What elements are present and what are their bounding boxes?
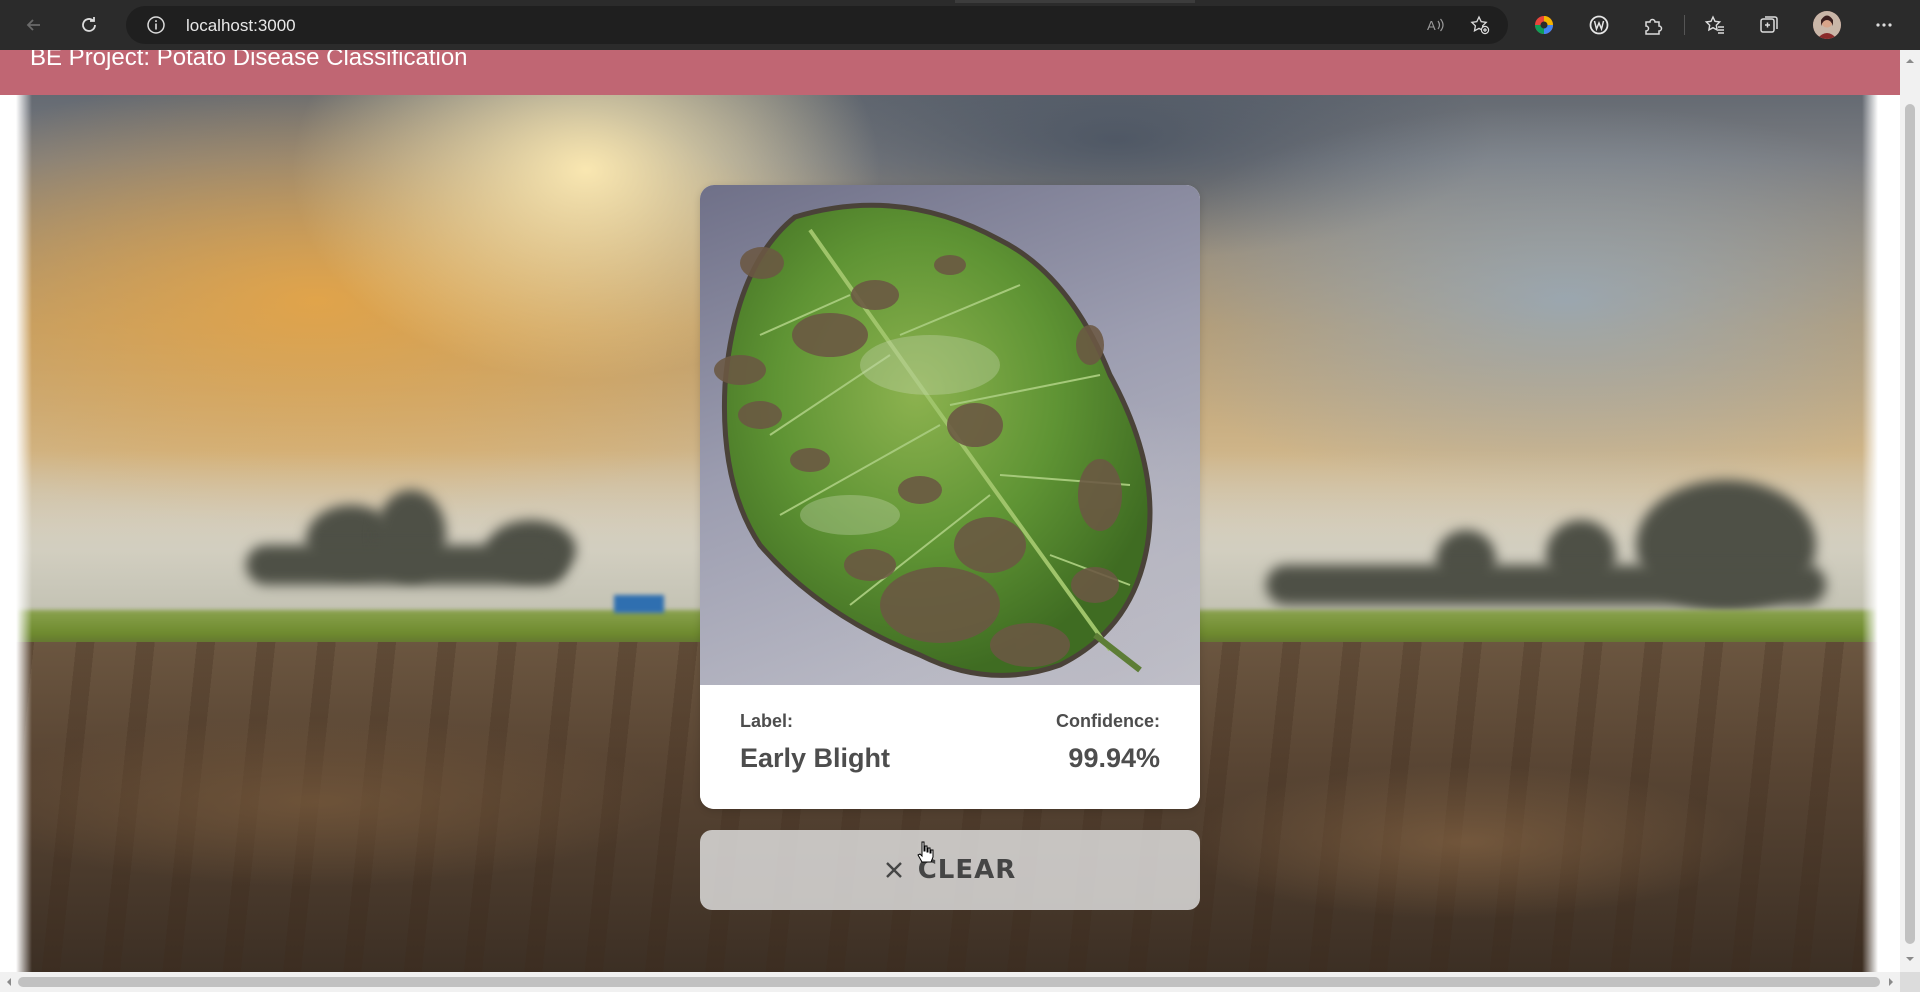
scrollbar-corner xyxy=(1900,972,1920,992)
clear-button[interactable]: CLEAR xyxy=(700,830,1200,910)
add-favorite-icon[interactable] xyxy=(1470,15,1490,35)
horizontal-scrollbar[interactable] xyxy=(0,972,1900,992)
back-icon[interactable] xyxy=(18,9,50,41)
more-menu-icon[interactable] xyxy=(1872,13,1896,37)
label-caption: Label: xyxy=(740,711,794,731)
favorites-icon[interactable] xyxy=(1703,13,1727,37)
confidence-value: 99.94% xyxy=(1068,743,1160,773)
hand-cursor-icon xyxy=(917,841,934,863)
toolbar-divider xyxy=(1684,15,1685,35)
scroll-up-icon[interactable] xyxy=(1905,56,1915,66)
leaf-image xyxy=(700,185,1200,685)
result-card: Label: Confidence: Early Blight 99.94% xyxy=(700,185,1200,809)
close-icon xyxy=(885,862,902,878)
scroll-down-icon[interactable] xyxy=(1905,954,1915,964)
vertical-scroll-thumb[interactable] xyxy=(1905,104,1915,944)
tab-strip-indicator xyxy=(955,0,1195,3)
extensions-icon[interactable] xyxy=(1641,13,1665,37)
svg-text:A: A xyxy=(1427,18,1436,33)
collections-icon[interactable] xyxy=(1757,13,1781,37)
refresh-icon[interactable] xyxy=(73,9,105,41)
url-text[interactable]: localhost:3000 xyxy=(186,16,296,36)
scroll-right-icon[interactable] xyxy=(1886,977,1896,987)
label-value: Early Blight xyxy=(740,743,891,773)
app-header: BE Project: Potato Disease Classificatio… xyxy=(0,50,1900,95)
browser-toolbar: localhost:3000 A xyxy=(0,0,1920,50)
site-info-icon[interactable] xyxy=(146,15,166,35)
profile-avatar[interactable] xyxy=(1813,11,1841,39)
color-extension-icon[interactable] xyxy=(1532,13,1556,37)
address-bar[interactable]: localhost:3000 A xyxy=(126,6,1508,44)
page-title: BE Project: Potato Disease Classificatio… xyxy=(30,50,468,71)
read-aloud-icon[interactable]: A xyxy=(1426,15,1446,35)
page-viewport: BE Project: Potato Disease Classificatio… xyxy=(0,50,1900,972)
wallet-extension-icon[interactable] xyxy=(1587,13,1611,37)
confidence-caption: Confidence: xyxy=(1055,711,1160,731)
horizontal-scroll-thumb[interactable] xyxy=(18,977,1880,987)
vertical-scrollbar[interactable] xyxy=(1900,50,1920,972)
scroll-left-icon[interactable] xyxy=(4,977,14,987)
result-panel: Label: Confidence: Early Blight 99.94% xyxy=(700,685,1200,809)
